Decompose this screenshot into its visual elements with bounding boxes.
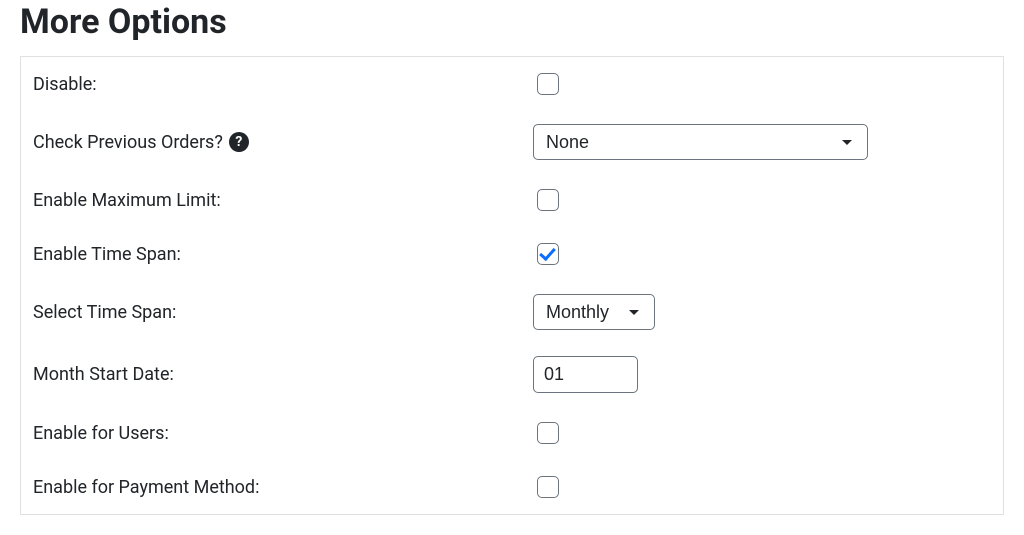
enable-for-users-checkbox[interactable]: [537, 422, 559, 444]
label-month-start-date: Month Start Date:: [33, 364, 533, 385]
enable-for-payment-method-checkbox[interactable]: [537, 476, 559, 498]
label-check-previous-orders: Check Previous Orders?: [33, 132, 223, 153]
section-title: More Options: [20, 2, 1004, 42]
disable-checkbox[interactable]: [537, 73, 559, 95]
month-start-date-input[interactable]: [533, 356, 638, 393]
row-disable: Disable:: [21, 57, 1003, 111]
label-disable: Disable:: [33, 74, 533, 95]
label-enable-maximum-limit: Enable Maximum Limit:: [33, 190, 533, 211]
row-month-start-date: Month Start Date:: [21, 343, 1003, 406]
row-enable-time-span: Enable Time Span:: [21, 227, 1003, 281]
help-icon[interactable]: ?: [229, 132, 249, 152]
enable-maximum-limit-checkbox[interactable]: [537, 189, 559, 211]
row-select-time-span: Select Time Span: Monthly: [21, 281, 1003, 343]
options-panel: Disable: Check Previous Orders? ? None E…: [20, 56, 1004, 515]
label-select-time-span: Select Time Span:: [33, 302, 533, 323]
label-enable-for-payment-method: Enable for Payment Method:: [33, 477, 533, 498]
enable-time-span-checkbox[interactable]: [537, 243, 559, 265]
check-previous-orders-select[interactable]: None: [533, 124, 868, 160]
select-time-span-select[interactable]: Monthly: [533, 294, 655, 330]
row-enable-for-payment-method: Enable for Payment Method:: [21, 460, 1003, 514]
label-enable-time-span: Enable Time Span:: [33, 244, 533, 265]
row-enable-for-users: Enable for Users:: [21, 406, 1003, 460]
row-enable-maximum-limit: Enable Maximum Limit:: [21, 173, 1003, 227]
row-check-previous-orders: Check Previous Orders? ? None: [21, 111, 1003, 173]
label-enable-for-users: Enable for Users:: [33, 423, 533, 444]
